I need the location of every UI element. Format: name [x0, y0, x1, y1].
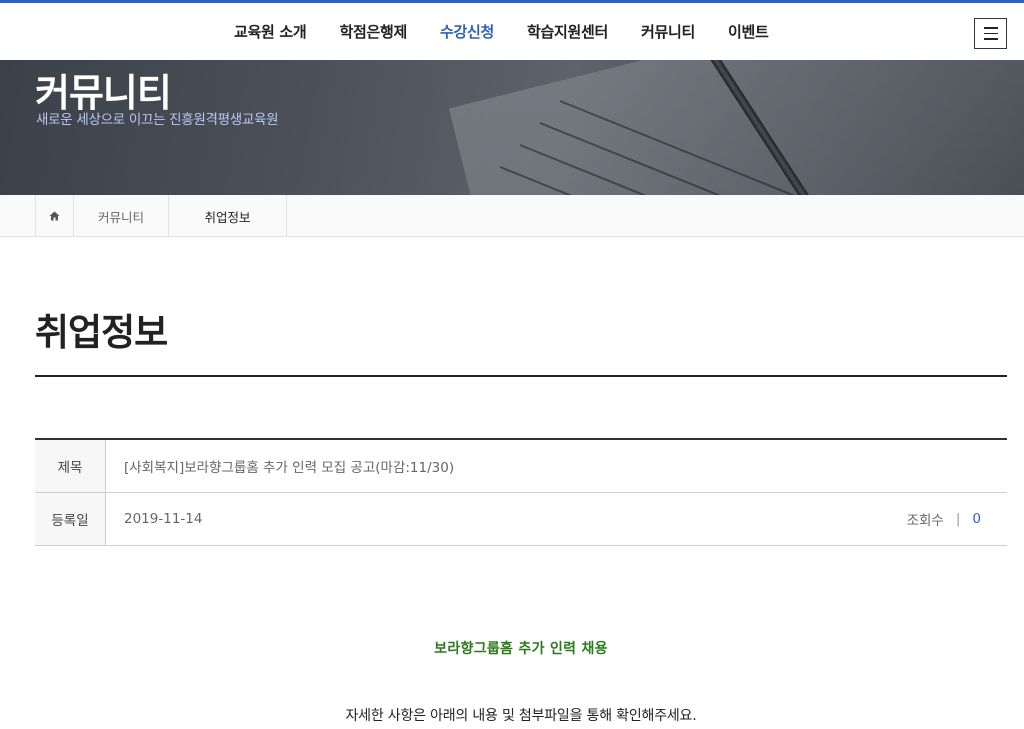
breadcrumb: 커뮤니티 취업정보	[0, 195, 1024, 237]
menu-bar	[983, 32, 998, 35]
nav-item-about[interactable]: 교육원 소개	[234, 21, 307, 42]
page-title: 취업정보	[35, 311, 168, 354]
nav-item-community[interactable]: 커뮤니티	[641, 21, 695, 42]
hero-subtitle: 새로운 세상으로 이끄는 진흥원격평생교육원	[36, 112, 279, 128]
nav-item-credit-bank[interactable]: 학점은행제	[339, 21, 407, 42]
post-date: 2019-11-14	[124, 511, 203, 527]
views-separator: |	[955, 511, 961, 527]
date-label: 등록일	[35, 493, 106, 545]
views-label: 조회수	[906, 513, 944, 529]
hamburger-menu-icon[interactable]	[974, 18, 1007, 49]
home-icon	[49, 211, 60, 221]
post-subject-row: 제목 [사회복지]보라향그룹홈 추가 인력 모집 공고(마감:11/30)	[35, 440, 1007, 493]
content-body: 자세한 사항은 아래의 내용 및 첨부파일을 통해 확인해주세요.	[345, 708, 697, 724]
breadcrumb-item-community[interactable]: 커뮤니티	[74, 195, 169, 237]
content-heading: 보라향그룹홈 추가 인력 채용	[434, 641, 608, 657]
post-subject: [사회복지]보라향그룹홈 추가 인력 모집 공고(마감:11/30)	[124, 460, 455, 476]
breadcrumb-item-job-info[interactable]: 취업정보	[169, 195, 287, 237]
view-count: 조회수 | 0	[907, 493, 981, 545]
global-navigation: 교육원 소개 학점은행제 수강신청 학습지원센터 커뮤니티 이벤트	[0, 3, 1024, 60]
breadcrumb-home[interactable]	[35, 195, 74, 237]
post-date-row: 등록일 2019-11-14 조회수 | 0	[35, 493, 1007, 546]
views-number: 0	[972, 511, 981, 527]
post-date-cell: 2019-11-14 조회수 | 0	[106, 493, 1007, 545]
post-info-table: 제목 [사회복지]보라향그룹홈 추가 인력 모집 공고(마감:11/30) 등록…	[35, 438, 1007, 546]
main-menu: 교육원 소개 학점은행제 수강신청 학습지원센터 커뮤니티 이벤트	[234, 3, 802, 60]
title-divider	[35, 375, 1007, 377]
subject-label: 제목	[35, 440, 106, 492]
menu-bar	[983, 38, 998, 40]
menu-bar	[983, 27, 998, 29]
hero-banner: 커뮤니티 새로운 세상으로 이끄는 진흥원격평생교육원	[0, 60, 1024, 195]
hero-background-paper	[448, 60, 1024, 195]
nav-item-registration[interactable]: 수강신청	[440, 21, 494, 42]
nav-item-events[interactable]: 이벤트	[728, 21, 769, 42]
nav-item-learning-support[interactable]: 학습지원센터	[527, 21, 608, 42]
